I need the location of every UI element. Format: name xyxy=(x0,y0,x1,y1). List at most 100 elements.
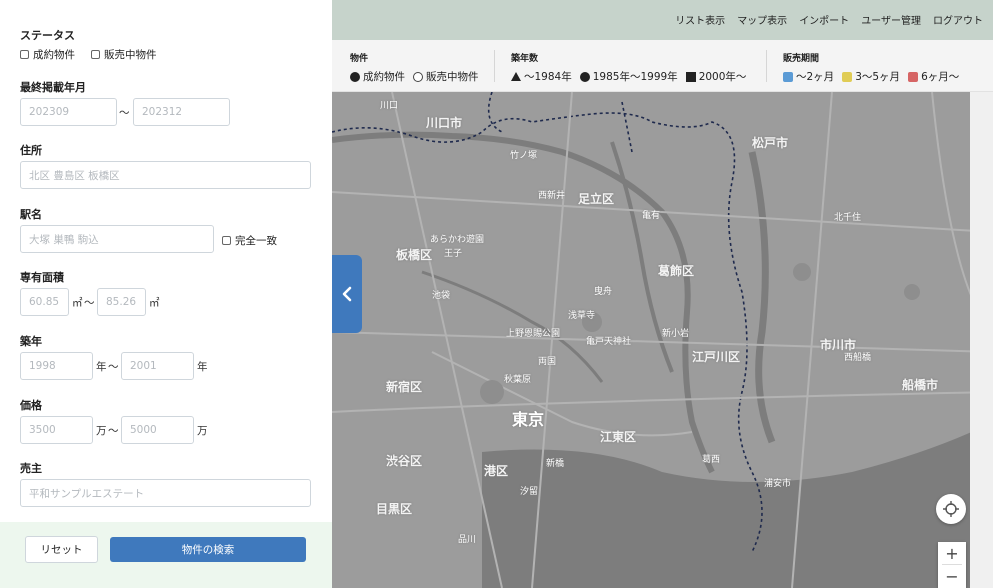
map-label-urayasu: 浦安市 xyxy=(764,479,792,489)
map-legend: 物件 成約物件 販売中物件 築年数 〜1984年 1985年〜1999年 200… xyxy=(332,40,993,92)
range-separator: 〜 xyxy=(108,361,119,373)
zoom-out-button[interactable]: − xyxy=(938,565,966,587)
checkbox-icon[interactable] xyxy=(91,50,100,59)
color-swatch-icon xyxy=(908,71,919,82)
legend-divider xyxy=(494,50,495,82)
nav-map-view[interactable]: マップ表示 xyxy=(737,12,787,27)
area-title: 専有面積 xyxy=(20,271,64,284)
nav-logout[interactable]: ログアウト xyxy=(933,12,983,27)
price-unit: 万 xyxy=(197,425,208,437)
map-label-hikifune: 曳舟 xyxy=(594,287,613,297)
map-label-oji: 王子 xyxy=(444,249,463,259)
range-separator: 〜 xyxy=(84,297,95,309)
checkbox-icon[interactable] xyxy=(20,50,29,59)
nav-menu: リスト表示 マップ表示 インポート ユーザー管理 ログアウト xyxy=(675,12,983,27)
search-button[interactable]: 物件の検索 xyxy=(110,537,306,562)
map-label-akihabara: 秋葉原 xyxy=(504,375,532,385)
legend-item-period-long: 6ヶ月〜 xyxy=(908,69,959,84)
search-sidebar: ステータス 成約物件 販売中物件 最終掲載年月 202309 〜 202312 … xyxy=(0,0,332,588)
map-label-shibuya: 渋谷区 xyxy=(386,454,423,468)
map-label-adachi: 足立区 xyxy=(578,192,615,206)
built-year-title: 築年 xyxy=(20,335,42,348)
map-label-kawaguchi: 川口市 xyxy=(426,116,463,130)
reset-button[interactable]: リセット xyxy=(25,536,98,563)
map-label-matsudo: 松戸市 xyxy=(752,136,789,150)
legend-item-for-sale: 販売中物件 xyxy=(413,69,479,84)
map-label-takenotsuka: 竹ノ塚 xyxy=(510,151,538,161)
map-view[interactable]: 川口市 川口 足立区 西新井 竹ノ塚 北千住 板橋区 王子 あらかわ遊園 葛飾区… xyxy=(332,92,993,588)
zoom-in-button[interactable]: + xyxy=(938,542,966,564)
map-label-itabashi: 板橋区 xyxy=(396,248,433,262)
price-unit: 万 xyxy=(96,425,107,437)
legend-period-title: 販売期間 xyxy=(783,54,820,64)
area-unit: ㎡ xyxy=(72,297,83,309)
station-input[interactable]: 大塚 巣鴨 駒込 xyxy=(20,225,214,253)
map-scrollbar[interactable] xyxy=(970,92,993,588)
collapse-sidebar-button[interactable] xyxy=(332,255,362,333)
zoom-controls: + − xyxy=(938,542,966,588)
map-label-ryogoku: 両国 xyxy=(538,357,557,367)
legend-period-section: 販売期間 〜2ヶ月 3〜5ヶ月 6ヶ月〜 xyxy=(783,51,959,84)
seller-title: 売主 xyxy=(20,462,42,475)
crosshair-icon xyxy=(943,501,959,517)
locate-button[interactable] xyxy=(936,494,966,524)
map-label-koto: 江東区 xyxy=(600,430,637,444)
nav-user-management[interactable]: ユーザー管理 xyxy=(861,12,921,27)
station-title: 駅名 xyxy=(20,208,42,221)
range-separator: 〜 xyxy=(108,425,119,437)
map-label-funabashi: 船橋市 xyxy=(902,378,939,392)
map-label-ueno: 上野恩賜公園 xyxy=(506,329,561,339)
map-label-edogawa: 江戸川区 xyxy=(692,350,741,364)
legend-property-section: 物件 成約物件 販売中物件 xyxy=(350,51,479,84)
listing-date-from-input[interactable]: 202309 xyxy=(20,98,117,126)
status-title: ステータス xyxy=(20,29,75,42)
map-label-tokyo: 東京 xyxy=(512,410,545,429)
triangle-icon xyxy=(511,72,521,81)
map-label-kawaguchi-station: 川口 xyxy=(380,101,399,111)
nav-list-view[interactable]: リスト表示 xyxy=(675,12,725,27)
area-to-input[interactable]: 85.26 xyxy=(97,288,146,316)
address-title: 住所 xyxy=(20,144,42,157)
nav-import[interactable]: インポート xyxy=(799,12,849,27)
legend-item-period-short: 〜2ヶ月 xyxy=(783,69,834,84)
listing-date-title: 最終掲載年月 xyxy=(20,81,86,94)
legend-age-section: 築年数 〜1984年 1985年〜1999年 2000年〜 xyxy=(511,51,746,84)
map-label-kasai: 葛西 xyxy=(702,455,721,465)
map-label-nishiarai: 西新井 xyxy=(538,191,566,201)
status-contracted-checkbox[interactable]: 成約物件 xyxy=(20,47,75,62)
map-label-shinjuku: 新宿区 xyxy=(386,380,423,394)
top-navigation-bar: リスト表示 マップ表示 インポート ユーザー管理 ログアウト xyxy=(332,0,993,40)
price-from-input[interactable]: 3500 xyxy=(20,416,93,444)
map-label-kitasenju: 北千住 xyxy=(834,213,862,223)
legend-item-contracted: 成約物件 xyxy=(350,69,405,84)
legend-item-period-mid: 3〜5ヶ月 xyxy=(842,69,900,84)
hollow-circle-icon xyxy=(413,71,423,82)
built-year-unit: 年 xyxy=(197,361,208,373)
address-input[interactable]: 北区 豊島区 板橋区 xyxy=(20,161,311,189)
map-label-kameari: 亀有 xyxy=(642,211,661,221)
listing-date-to-input[interactable]: 202312 xyxy=(133,98,230,126)
status-for-sale-checkbox[interactable]: 販売中物件 xyxy=(91,47,157,62)
price-title: 価格 xyxy=(20,399,42,412)
price-to-input[interactable]: 5000 xyxy=(121,416,194,444)
map-label-katsushika: 葛飾区 xyxy=(658,264,695,278)
map-background xyxy=(332,92,993,588)
color-swatch-icon xyxy=(783,71,793,82)
color-swatch-icon xyxy=(842,71,853,82)
seller-input[interactable]: 平和サンプルエステート xyxy=(20,479,311,507)
legend-divider xyxy=(766,50,767,82)
station-exact-match-checkbox[interactable]: 完全一致 xyxy=(222,233,277,248)
area-unit: ㎡ xyxy=(149,297,160,309)
filled-circle-icon xyxy=(350,71,360,82)
map-label-shinagawa: 品川 xyxy=(458,535,477,545)
built-year-unit: 年 xyxy=(96,361,107,373)
built-year-to-input[interactable]: 2001 xyxy=(121,352,194,380)
map-label-minato: 港区 xyxy=(484,464,509,478)
map-label-nishifunabashi: 西船橋 xyxy=(844,353,872,363)
built-year-from-input[interactable]: 1998 xyxy=(20,352,93,380)
map-label-arakawa: あらかわ遊園 xyxy=(430,235,485,245)
checkbox-icon[interactable] xyxy=(222,236,231,245)
filled-circle-icon xyxy=(579,71,590,82)
map-label-asakusa: 浅草寺 xyxy=(568,311,596,321)
area-from-input[interactable]: 60.85 xyxy=(20,288,69,316)
